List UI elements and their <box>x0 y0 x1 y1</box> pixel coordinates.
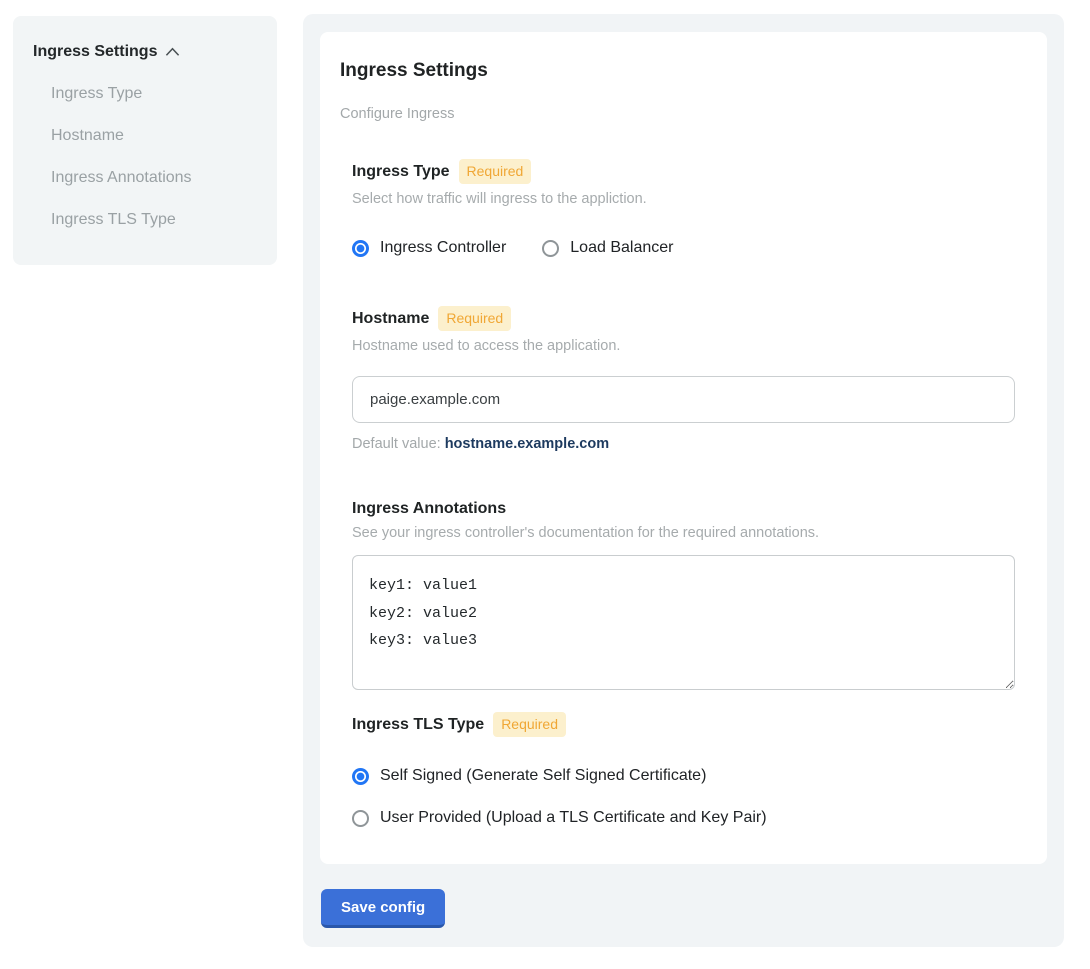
save-config-button[interactable]: Save config <box>321 889 445 928</box>
sidebar-group-ingress-settings[interactable]: Ingress Settings <box>33 43 257 61</box>
self-signed-radio[interactable] <box>352 768 369 785</box>
sidebar-item-ingress-tls-type[interactable]: Ingress TLS Type <box>51 211 257 229</box>
hostname-label: Hostname <box>352 310 429 328</box>
ingress-settings-sidebar: Ingress Settings Ingress Type Hostname I… <box>13 16 277 265</box>
ingress-tls-type-section: Ingress TLS Type Required Self Signed (G… <box>352 712 1015 827</box>
ingress-annotations-textarea[interactable]: key1: value1 key2: value2 key3: value3 <box>352 555 1015 690</box>
sidebar-item-hostname[interactable]: Hostname <box>51 127 257 145</box>
form-sections: Ingress Type Required Select how traffic… <box>352 159 1015 827</box>
radio-label: Self Signed (Generate Self Signed Certif… <box>380 767 706 785</box>
required-badge: Required <box>459 159 532 184</box>
hostname-section: Hostname Required Hostname used to acces… <box>352 306 1015 452</box>
radio-label: Ingress Controller <box>380 239 506 257</box>
default-value-text: hostname.example.com <box>445 436 609 452</box>
default-value-prefix: Default value: <box>352 436 445 452</box>
ingress-type-description: Select how traffic will ingress to the a… <box>352 191 1015 207</box>
sidebar-item-ingress-type[interactable]: Ingress Type <box>51 85 257 103</box>
ingress-tls-type-radio-group: Self Signed (Generate Self Signed Certif… <box>352 767 1015 827</box>
load-balancer-radio[interactable] <box>542 240 559 257</box>
required-badge: Required <box>438 306 511 331</box>
required-badge: Required <box>493 712 566 737</box>
radio-label: Load Balancer <box>570 239 673 257</box>
hostname-description: Hostname used to access the application. <box>352 338 1015 354</box>
ingress-annotations-description: See your ingress controller's documentat… <box>352 525 1015 541</box>
sidebar-nav: Ingress Type Hostname Ingress Annotation… <box>33 85 257 229</box>
radio-option-user-provided[interactable]: User Provided (Upload a TLS Certificate … <box>352 809 767 827</box>
ingress-tls-type-label: Ingress TLS Type <box>352 716 484 734</box>
sidebar-group-label: Ingress Settings <box>33 43 157 61</box>
ingress-type-section: Ingress Type Required Select how traffic… <box>352 159 1015 257</box>
chevron-up-icon <box>165 47 180 57</box>
ingress-type-label: Ingress Type <box>352 163 450 181</box>
user-provided-radio[interactable] <box>352 810 369 827</box>
ingress-settings-card: Ingress Settings Configure Ingress Ingre… <box>320 32 1047 864</box>
radio-option-self-signed[interactable]: Self Signed (Generate Self Signed Certif… <box>352 767 706 785</box>
ingress-type-radio-group: Ingress Controller Load Balancer <box>352 239 1015 257</box>
radio-label: User Provided (Upload a TLS Certificate … <box>380 809 767 827</box>
ingress-annotations-section: Ingress Annotations See your ingress con… <box>352 500 1015 690</box>
sidebar-item-ingress-annotations[interactable]: Ingress Annotations <box>51 169 257 187</box>
config-panel: Ingress Settings Configure Ingress Ingre… <box>303 14 1064 947</box>
radio-option-ingress-controller[interactable]: Ingress Controller <box>352 239 506 257</box>
radio-option-load-balancer[interactable]: Load Balancer <box>542 239 673 257</box>
ingress-controller-radio[interactable] <box>352 240 369 257</box>
hostname-default-line: Default value: hostname.example.com <box>352 436 1015 452</box>
page-title: Ingress Settings <box>340 60 1015 82</box>
hostname-input[interactable] <box>352 376 1015 423</box>
page-subtitle: Configure Ingress <box>340 106 1015 122</box>
ingress-annotations-label: Ingress Annotations <box>352 500 506 518</box>
